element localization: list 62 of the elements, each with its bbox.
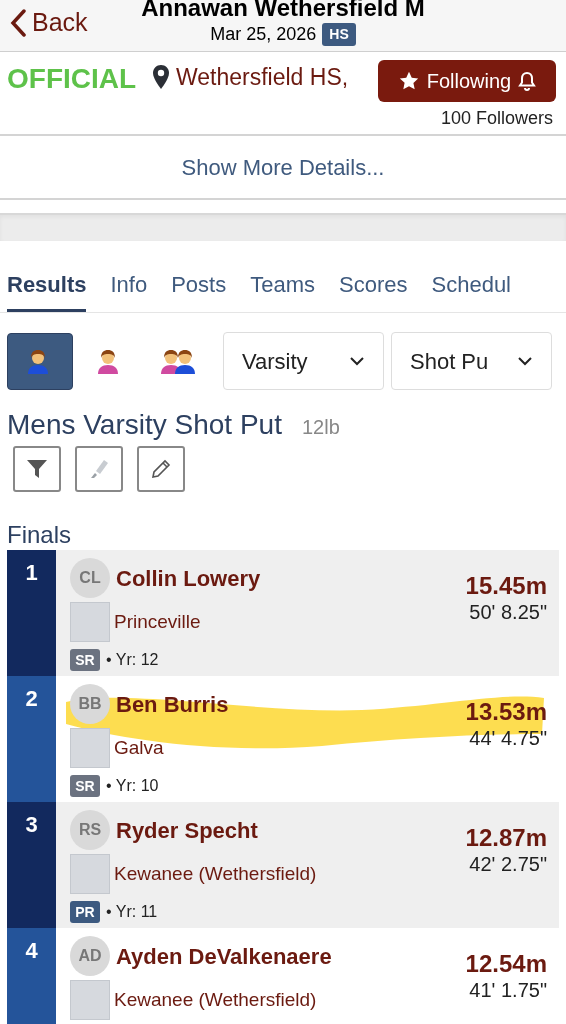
filter-button[interactable] bbox=[13, 446, 61, 492]
class-badge: PR bbox=[70, 901, 100, 923]
filter-icon bbox=[26, 458, 48, 480]
rank-number: 1 bbox=[25, 560, 38, 586]
result-imperial: 41' 1.75" bbox=[469, 978, 547, 1002]
rank-number: 3 bbox=[25, 812, 38, 838]
class-badge: SR bbox=[70, 775, 100, 797]
event-weight: 12lb bbox=[301, 415, 340, 440]
follower-count: 100 Followers bbox=[440, 107, 553, 130]
result-mark: 12.54m bbox=[465, 950, 547, 978]
athlete-name[interactable]: Ayden DeValkenaere bbox=[116, 939, 332, 973]
athlete-year: • Yr: 10 bbox=[106, 776, 159, 796]
tab[interactable]: Teams bbox=[250, 268, 315, 312]
result-mark: 12.87m bbox=[465, 824, 547, 852]
athlete-avatar: CL bbox=[70, 558, 110, 598]
result-imperial: 42' 2.75" bbox=[469, 852, 547, 876]
chevron-left-icon bbox=[10, 8, 26, 37]
athlete-avatar: RS bbox=[70, 810, 110, 850]
class-badge: SR bbox=[70, 649, 100, 671]
team-logo-placeholder bbox=[70, 602, 110, 642]
event-title: Mens Varsity Shot Put bbox=[7, 408, 282, 442]
back-button[interactable]: Back bbox=[10, 4, 88, 42]
athlete-avatar: BB bbox=[70, 684, 110, 724]
dropdown[interactable]: Shot Pu bbox=[391, 332, 552, 390]
rank-number: 2 bbox=[25, 686, 38, 712]
athlete-name[interactable]: Collin Lowery bbox=[116, 561, 261, 595]
highlight-button[interactable] bbox=[75, 446, 123, 492]
pencil-icon bbox=[150, 458, 172, 480]
tab[interactable]: Results bbox=[7, 268, 87, 312]
athlete-year: • Yr: 11 bbox=[106, 902, 158, 922]
bell-icon bbox=[518, 71, 537, 91]
meet-status: OFFICIAL bbox=[7, 62, 137, 96]
team-name[interactable]: Kewanee (Wethersfield) bbox=[114, 985, 317, 1015]
athlete-avatar: AD bbox=[70, 936, 110, 976]
star-icon bbox=[397, 70, 420, 92]
following-button[interactable]: Following bbox=[378, 60, 556, 102]
chevron-down-icon bbox=[349, 356, 365, 366]
athlete-year: • Yr: 12 bbox=[106, 650, 159, 670]
team-logo-placeholder bbox=[70, 980, 110, 1020]
result-mark: 15.45m bbox=[465, 572, 547, 600]
tab[interactable]: Info bbox=[110, 268, 148, 312]
chevron-down-icon bbox=[517, 356, 533, 366]
team-name[interactable]: Galva bbox=[114, 733, 164, 763]
team-logo-placeholder bbox=[70, 854, 110, 894]
result-imperial: 50' 8.25" bbox=[469, 600, 547, 624]
dropdown[interactable]: Varsity bbox=[223, 332, 384, 390]
team-name[interactable]: Kewanee (Wethersfield) bbox=[114, 859, 317, 889]
show-more-details-link[interactable]: Show More Details... bbox=[181, 150, 385, 184]
tab[interactable]: Scores bbox=[339, 268, 408, 312]
edit-button[interactable] bbox=[137, 446, 185, 492]
rank-number: 4 bbox=[25, 938, 38, 964]
meet-location[interactable]: Wethersfield HS, bbox=[176, 60, 349, 95]
tab[interactable]: Schedul bbox=[431, 268, 511, 312]
athlete-name[interactable]: Ryder Specht bbox=[116, 813, 258, 847]
team-logo-placeholder bbox=[70, 728, 110, 768]
section-heading: Finals bbox=[6, 520, 73, 550]
male-filter-button[interactable] bbox=[7, 332, 73, 390]
tab[interactable]: Posts bbox=[171, 268, 227, 312]
team-name[interactable]: Princeville bbox=[114, 607, 201, 637]
event-date: Mar 25, 2026 bbox=[210, 23, 317, 46]
level-badge: HS bbox=[322, 23, 356, 46]
map-pin-icon bbox=[152, 64, 170, 91]
